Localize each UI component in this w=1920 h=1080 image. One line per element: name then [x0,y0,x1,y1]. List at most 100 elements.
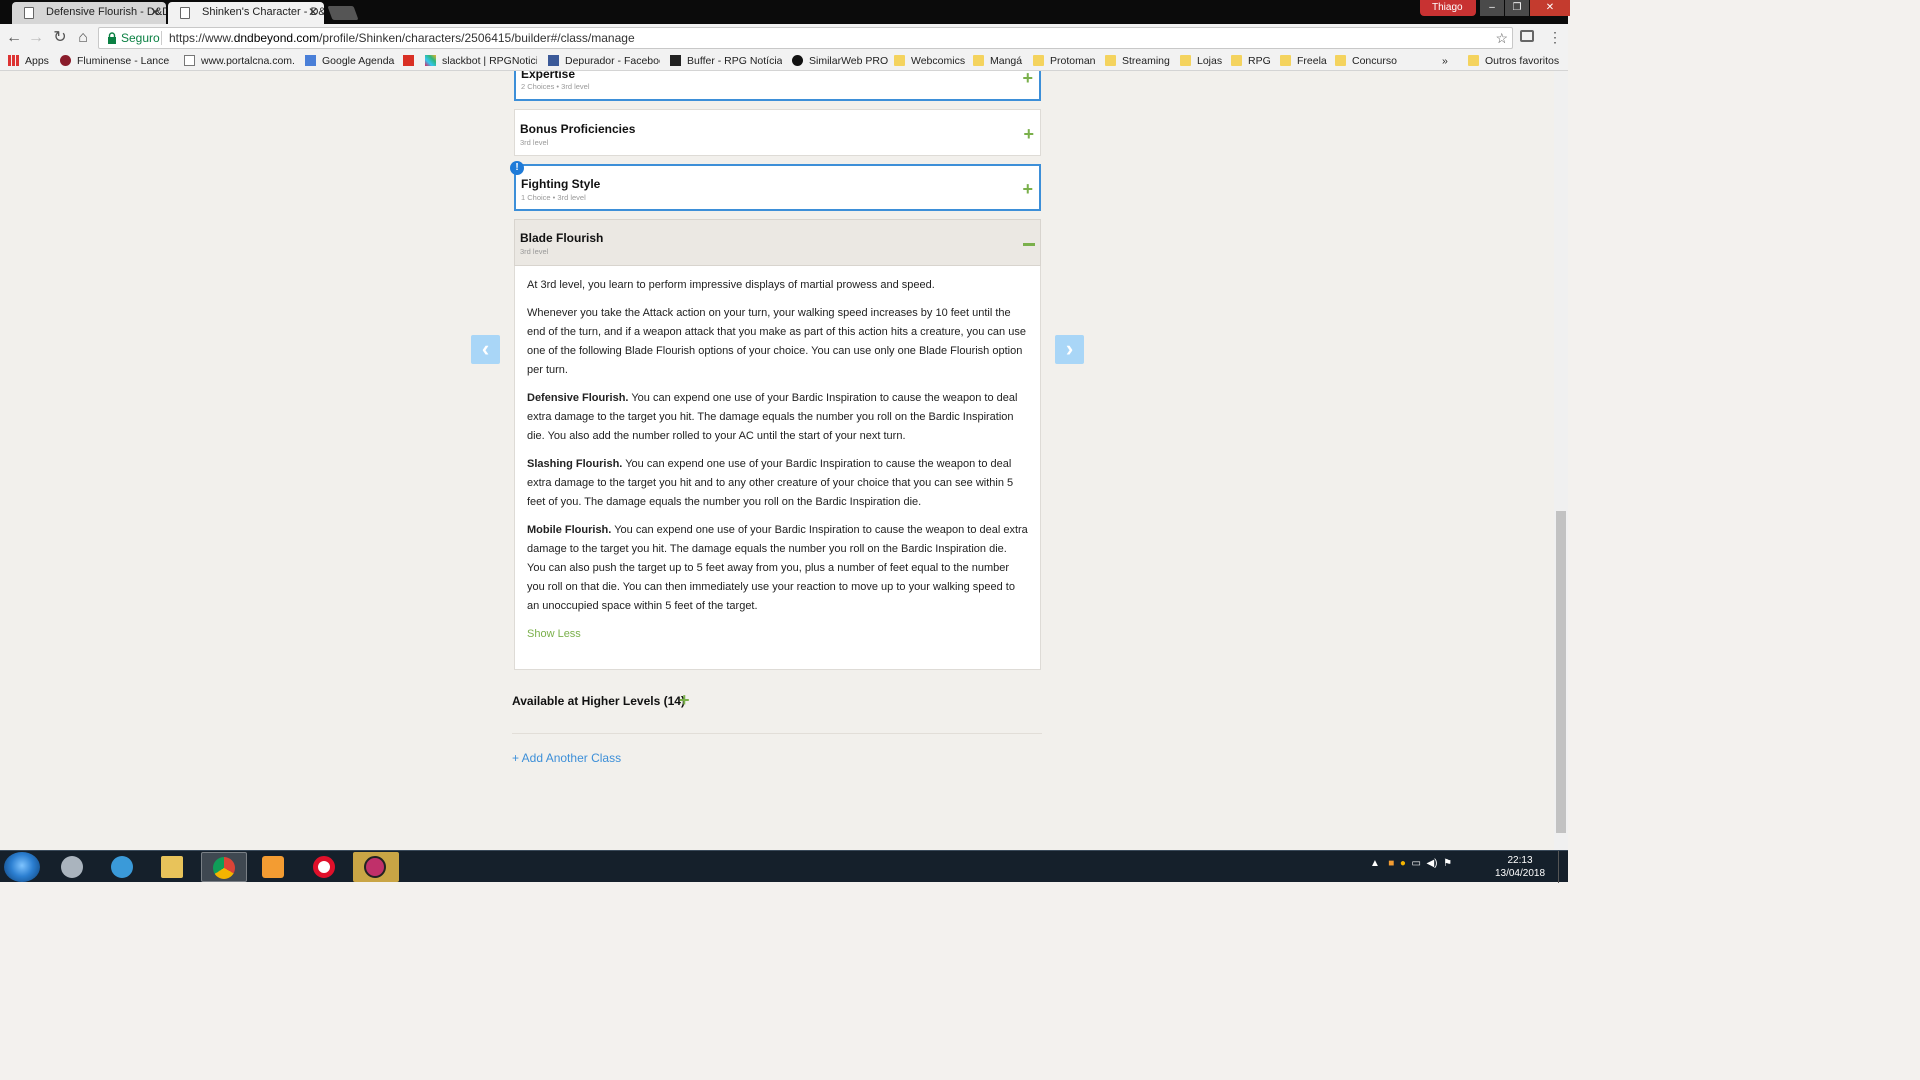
network-icon[interactable]: ▭ [1411,858,1420,869]
close-tab-icon[interactable]: ✕ [150,5,160,19]
media-player-icon [262,856,284,878]
bookmark-folder-concurso[interactable]: Concurso [1335,55,1397,67]
bookmark-similarweb[interactable]: SimilarWeb PRO [792,55,888,67]
show-desktop-button[interactable] [1558,851,1568,883]
bookmark-label: Outros favoritos [1485,55,1560,67]
next-arrow-button[interactable]: › [1055,335,1084,364]
bookmark-other-favorites[interactable]: Outros favoritos [1468,55,1559,67]
expand-plus-icon[interactable]: + [1023,125,1034,143]
show-hidden-icons-icon[interactable]: ▲ [1370,858,1380,869]
windows-taskbar: ▲ ■ ● ▭ ◀) ⚑ 22:13 13/04/2018 [0,850,1568,883]
restore-button[interactable]: ❐ [1505,0,1529,16]
taskbar-app-chrome[interactable] [201,852,247,882]
url-path: /profile/Shinken/characters/2506415/buil… [319,31,635,45]
folder-icon [973,55,984,66]
browser-tab-character[interactable]: Shinken's Character - D& ✕ [168,2,324,24]
chrome-icon [213,857,235,879]
bookmark-label: Webcomics [911,55,966,67]
cast-icon[interactable] [1520,30,1534,42]
bookmark-folder-streaming[interactable]: Streaming [1105,55,1170,67]
option-name: Defensive Flourish. [527,392,629,404]
bookmark-folder-protoman[interactable]: Protoman [1033,55,1096,67]
close-window-button[interactable]: ✕ [1530,0,1570,16]
higher-levels-heading[interactable]: Available at Higher Levels (14) [512,694,685,708]
back-icon[interactable]: ← [4,28,24,48]
feature-title: Blade Flourish [520,231,604,245]
volume-icon[interactable]: ◀) [1426,858,1437,869]
browser-tab-defensive-flourish[interactable]: Defensive Flourish - D&D ✕ [12,2,166,24]
bookmark-depurador[interactable]: Depurador - Facebook [548,55,660,67]
show-less-link[interactable]: Show Less [527,628,581,640]
bookmark-folder-rpg[interactable]: RPG [1231,55,1271,67]
bookmark-folder-webcomics[interactable]: Webcomics [894,55,965,67]
page-icon [184,55,195,66]
folder-icon [161,856,183,878]
bookmark-label: Fluminense - Lancenet [77,55,170,67]
bookmarks-overflow-button[interactable]: » [1442,55,1448,67]
folder-icon [1468,55,1479,66]
tray-fox-icon[interactable]: ● [1400,858,1406,869]
expand-plus-icon[interactable]: + [679,690,690,711]
folder-icon [1105,55,1116,66]
new-tab-button[interactable] [327,6,359,20]
home-icon[interactable]: ⌂ [73,28,93,48]
option-slashing-flourish: Slashing Flourish. You can expend one us… [527,455,1028,512]
bookmark-gmail[interactable] [403,55,420,67]
bookmark-star-icon[interactable]: ☆ [1495,28,1508,48]
description-intro: At 3rd level, you learn to perform impre… [527,279,935,291]
folder-icon [1335,55,1346,66]
vertical-scrollbar[interactable] [1554,71,1568,850]
taskbar-app-internet-explorer[interactable] [100,852,146,882]
bookmark-apps[interactable]: Apps [8,55,49,67]
close-tab-icon[interactable]: ✕ [308,5,318,19]
previous-arrow-button[interactable]: ‹ [471,335,500,364]
bookmark-slackbot[interactable]: slackbot | RPGNoticias [425,55,537,67]
opera-icon [313,856,335,878]
bookmark-label: Lojas [1197,55,1223,67]
bookmark-label: Depurador - Facebook [565,55,660,67]
feature-subtitle: 2 Choices • 3rd level [521,82,590,91]
feature-title: Expertise [521,71,576,81]
bookmark-label: Google Agenda [322,55,395,67]
forward-icon[interactable]: → [26,28,46,48]
bookmark-folder-freela[interactable]: Freela [1280,55,1327,67]
fluminense-icon [60,55,71,66]
start-button-icon[interactable] [4,852,40,882]
bookmark-folder-lojas[interactable]: Lojas [1180,55,1222,67]
add-another-class-link[interactable]: + Add Another Class [512,751,621,765]
tray-app-icon[interactable]: ■ [1388,858,1394,869]
bookmark-portalcna[interactable]: www.portalcna.com.br [184,55,294,67]
minimize-button[interactable]: – [1480,0,1504,16]
feature-card-expertise[interactable]: Expertise 2 Choices • 3rd level + [514,71,1041,101]
taskbar-app-tools[interactable] [50,852,96,882]
system-clock[interactable]: 22:13 13/04/2018 [1490,854,1550,880]
page-icon [24,7,34,19]
feature-card-bonus-proficiencies[interactable]: Bonus Proficiencies 3rd level + [514,109,1041,156]
reload-icon[interactable]: ↻ [50,28,70,48]
bookmark-folder-manga[interactable]: Mangá [973,55,1022,67]
taskbar-app-media-player[interactable] [251,852,297,882]
similarweb-icon [792,55,803,66]
feature-card-fighting-style[interactable]: ! Fighting Style 1 Choice • 3rd level + [510,161,1041,211]
menu-icon[interactable]: ⋮ [1548,29,1562,46]
taskbar-app-opera[interactable] [302,852,348,882]
bookmark-buffer[interactable]: Buffer - RPG Notícias [670,55,782,67]
facebook-icon [548,55,559,66]
address-bar[interactable]: Seguro https://www.dndbeyond.com/profile… [98,27,1513,49]
taskbar-app-explorer[interactable] [150,852,196,882]
feature-card-blade-flourish-header[interactable]: Blade Flourish 3rd level [514,219,1041,266]
flag-icon[interactable]: ⚑ [1443,858,1452,869]
bookmark-label: Protoman [1050,55,1096,67]
expand-plus-icon[interactable]: + [1022,180,1033,198]
feature-title: Fighting Style [521,177,601,191]
scrollbar-thumb[interactable] [1556,511,1566,833]
bookmark-google-agenda[interactable]: Google Agenda [305,55,394,67]
profile-badge[interactable]: Thiago [1420,0,1476,16]
browser-tab-strip: Defensive Flourish - D&D ✕ Shinken's Cha… [0,0,1570,24]
option-name: Mobile Flourish. [527,524,612,536]
expand-plus-icon[interactable]: + [1022,71,1033,87]
option-name: Slashing Flourish. [527,458,623,470]
bookmark-fluminense[interactable]: Fluminense - Lancenet [60,55,170,67]
collapse-minus-icon[interactable] [1023,243,1035,246]
taskbar-app-active[interactable] [353,852,399,882]
